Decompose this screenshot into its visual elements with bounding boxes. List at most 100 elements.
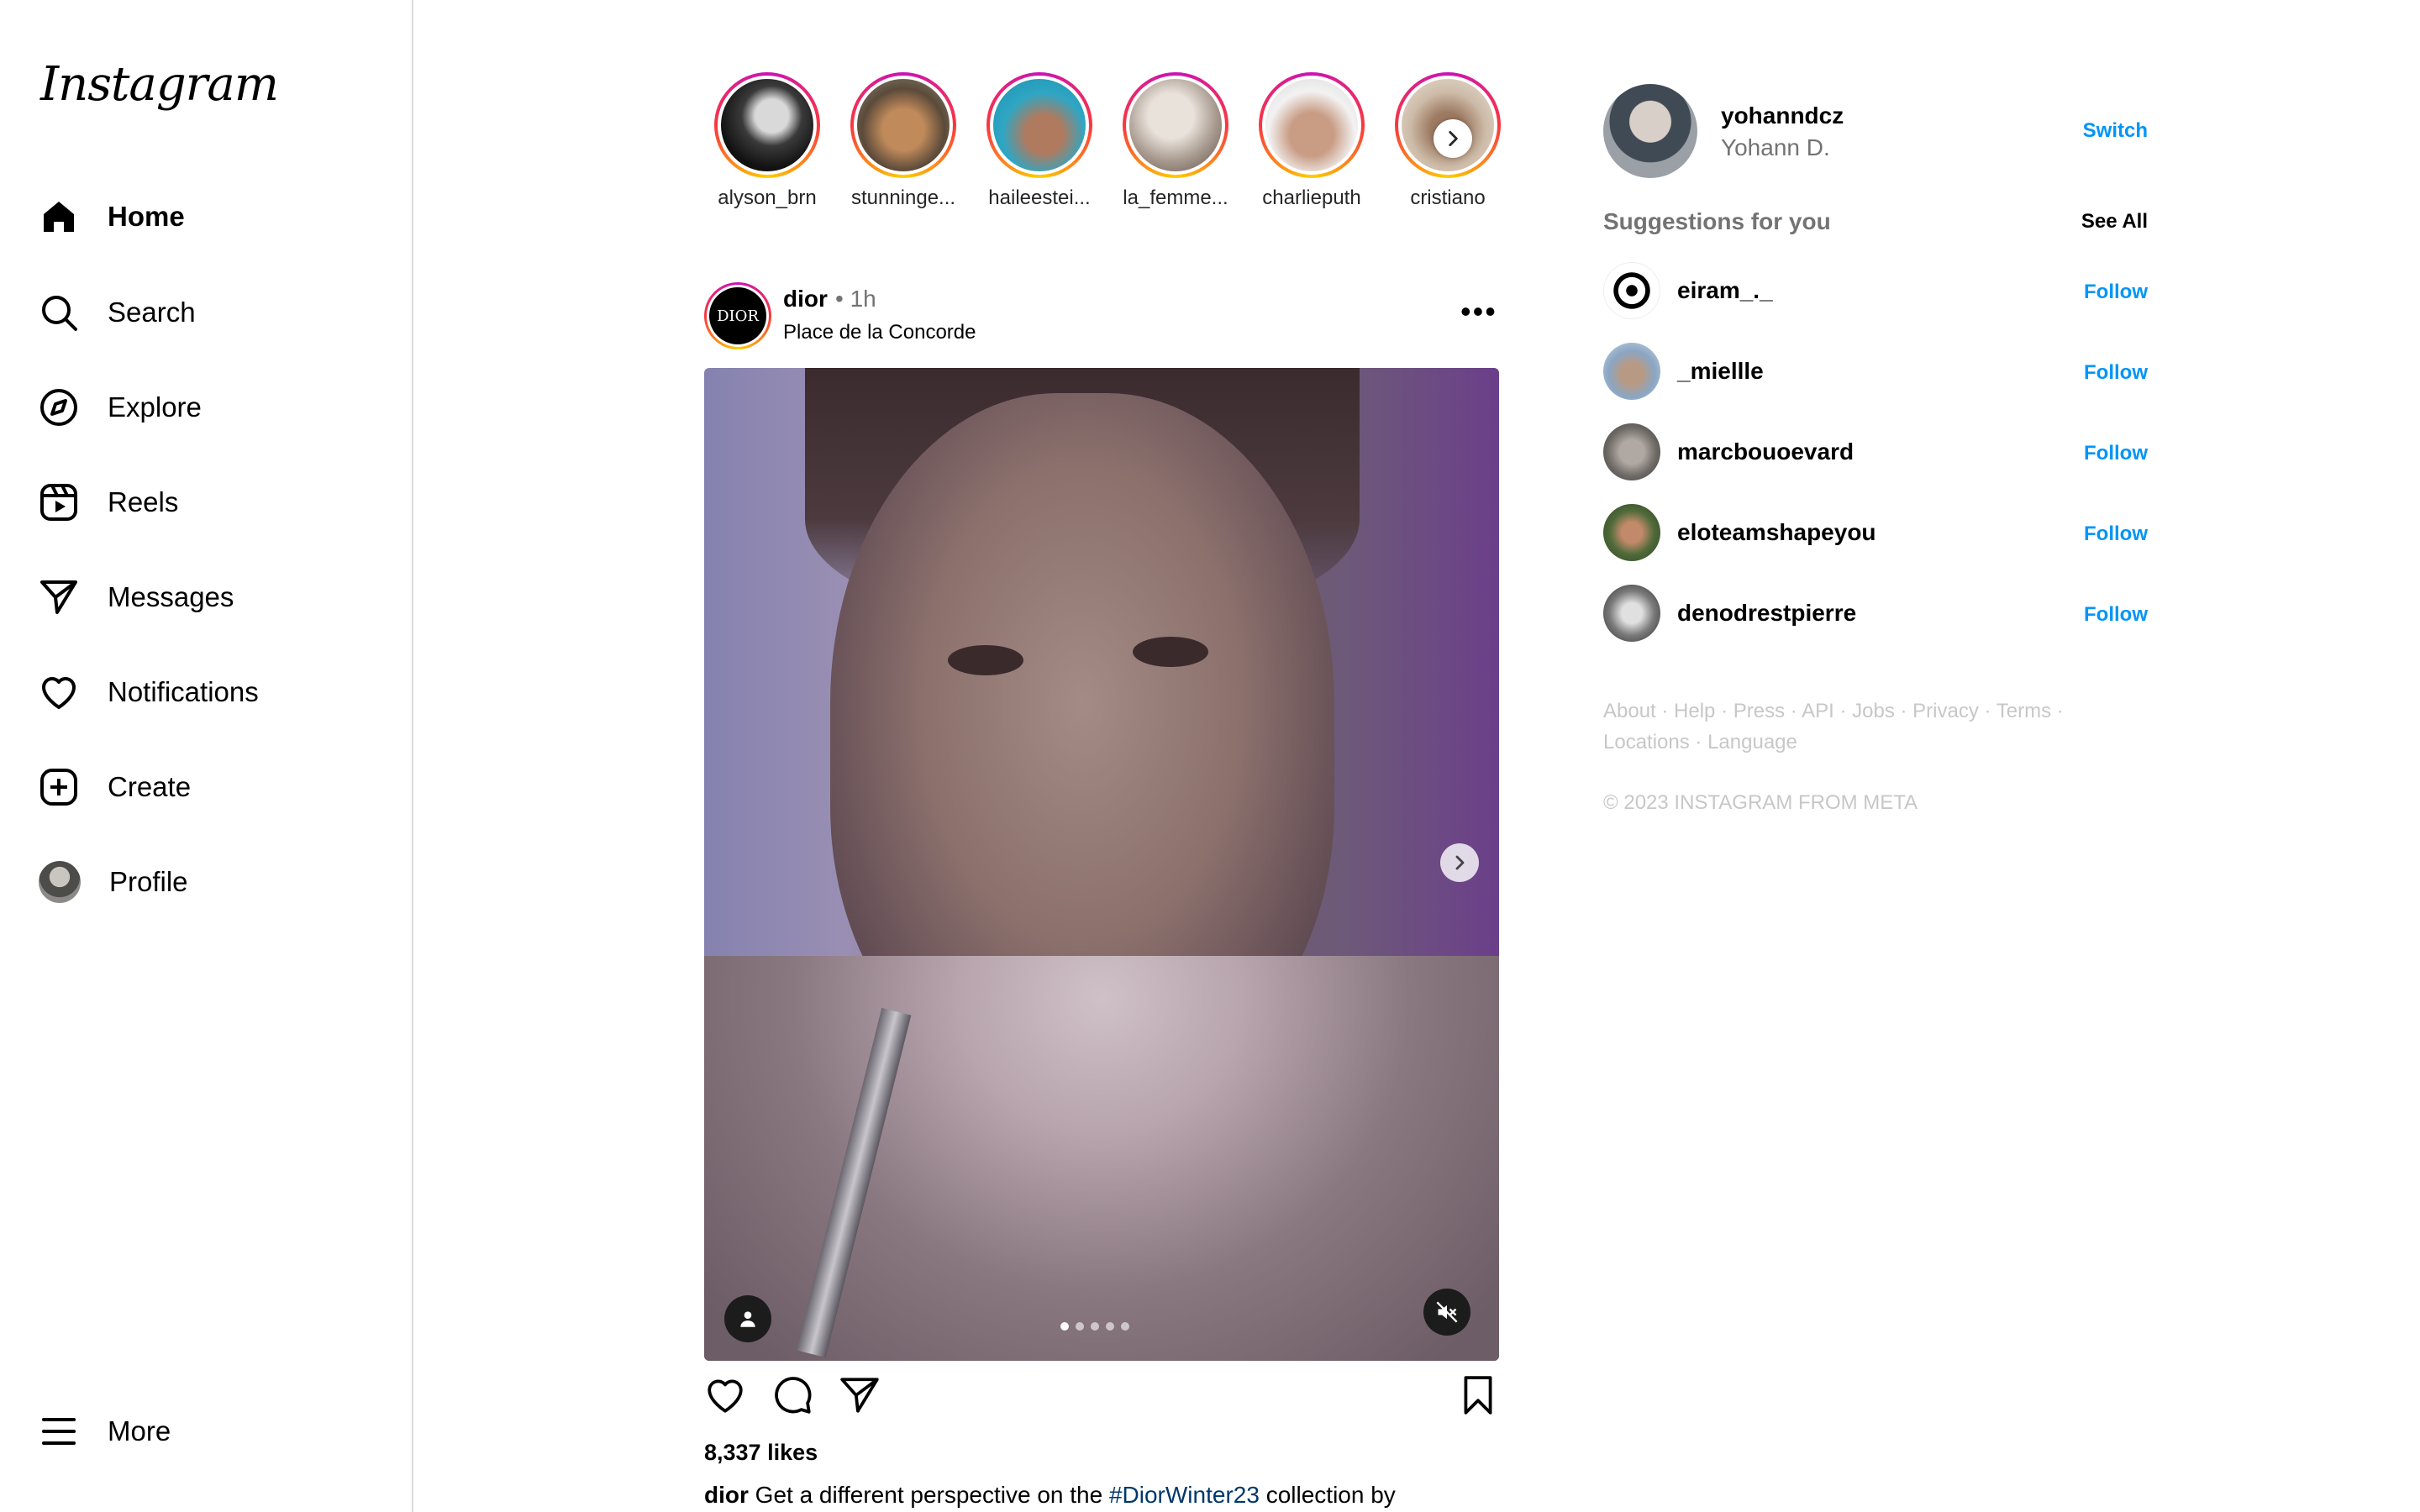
story-username: haileestei... <box>988 186 1091 209</box>
suggestion-avatar[interactable] <box>1603 343 1660 400</box>
profile-avatar <box>39 861 81 903</box>
bookmark-icon[interactable] <box>1457 1374 1499 1416</box>
suggestion-avatar[interactable] <box>1603 262 1660 319</box>
caption-username[interactable]: dior <box>704 1482 749 1508</box>
follow-button[interactable]: Follow <box>2084 361 2148 385</box>
post-location[interactable]: Place de la Concorde <box>783 321 976 344</box>
story-username: cristiano <box>1410 186 1486 209</box>
search-icon <box>42 296 77 331</box>
post-username[interactable]: dior <box>783 286 828 312</box>
instagram-logo[interactable]: Instagram <box>40 57 279 112</box>
see-all-button[interactable]: See All <box>2081 210 2148 234</box>
switch-account-button[interactable]: Switch <box>2083 119 2148 143</box>
footer-link-privacy[interactable]: Privacy <box>1912 700 1979 722</box>
story-item[interactable]: charlieputh <box>1249 72 1375 210</box>
suggestion-username[interactable]: eiram_._ <box>1677 277 1773 304</box>
suggestion-username[interactable]: denodrestpierre <box>1677 600 1856 627</box>
suggestion-username[interactable]: eloteamshapeyou <box>1677 519 1876 546</box>
story-item[interactable]: stunninge... <box>840 72 966 210</box>
like-heart-icon[interactable] <box>704 1374 746 1416</box>
footer-separator: · <box>1655 700 1675 722</box>
nav-item-label: Messages <box>108 581 234 612</box>
footer-link-help[interactable]: Help <box>1674 700 1715 722</box>
footer-link-about[interactable]: About <box>1603 700 1656 722</box>
post-actions <box>704 1374 1499 1421</box>
suggestion-avatar[interactable] <box>1603 585 1660 642</box>
nav-item-label: Search <box>108 297 196 328</box>
account-name: Yohann D. <box>1721 134 1830 160</box>
footer-separator: · <box>1715 700 1733 722</box>
nav-item-reels[interactable]: Reels <box>39 469 178 536</box>
footer-separator: · <box>1978 700 1996 722</box>
story-item[interactable]: la_femme... <box>1113 72 1239 210</box>
suggestion-avatar[interactable] <box>1603 504 1660 561</box>
suggestions-title: Suggestions for you <box>1603 208 1831 234</box>
nav-item-label: Profile <box>109 866 188 897</box>
caption-text: Get a different perspective on the <box>748 1482 1109 1508</box>
footer-link-api[interactable]: API <box>1802 700 1834 722</box>
likes-count[interactable]: 8,337 likes <box>704 1440 818 1466</box>
footer-link-press[interactable]: Press <box>1733 700 1785 722</box>
post-caption: dior Get a different perspective on the … <box>704 1482 1396 1509</box>
post-time: • 1h <box>835 286 876 312</box>
footer-link-language[interactable]: Language <box>1707 731 1797 753</box>
carousel-dot <box>1091 1322 1099 1331</box>
comment-icon[interactable] <box>771 1374 813 1416</box>
nav-item-label: Explore <box>108 391 202 423</box>
create-icon <box>40 769 77 806</box>
footer-separator: · <box>1785 700 1802 722</box>
tagged-users-button[interactable] <box>724 1295 771 1342</box>
footer-link-locations[interactable]: Locations <box>1603 731 1690 753</box>
story-avatar <box>857 79 950 171</box>
stories-next-button[interactable] <box>1434 119 1472 158</box>
menu-icon <box>42 1418 76 1445</box>
nav-item-profile[interactable]: Profile <box>39 848 188 916</box>
follow-button[interactable]: Follow <box>2084 522 2148 546</box>
footer-links: About · Help · Press · API · Jobs · Priv… <box>1603 696 2107 758</box>
footer-link-terms[interactable]: Terms <box>1996 700 2051 722</box>
share-send-icon[interactable] <box>839 1374 881 1416</box>
media-next-button[interactable] <box>1440 843 1479 882</box>
chevron-right-icon <box>1449 131 1458 146</box>
caption-hashtag[interactable]: #DiorWinter23 <box>1109 1482 1260 1508</box>
post-avatar-ring[interactable]: DIOR <box>704 282 771 349</box>
suggestion-item: eiram_._ Follow <box>1603 262 2148 323</box>
story-item[interactable]: haileestei... <box>976 72 1102 210</box>
account-username[interactable]: yohanndcz <box>1721 102 1844 129</box>
suggestion-avatar[interactable] <box>1603 423 1660 480</box>
nav-item-create[interactable]: Create <box>39 753 191 821</box>
account-avatar[interactable] <box>1603 84 1697 178</box>
reels-icon <box>40 484 77 521</box>
post-avatar: DIOR <box>709 287 766 344</box>
suggestions-header: Suggestions for you See All <box>1603 208 2148 235</box>
sidebar: Instagram Home Search Explore Reels Mess… <box>0 0 413 1512</box>
nav-item-search[interactable]: Search <box>39 279 196 346</box>
follow-button[interactable]: Follow <box>2084 603 2148 627</box>
home-icon <box>44 202 74 232</box>
nav-item-messages[interactable]: Messages <box>39 564 234 631</box>
story-item[interactable]: alyson_brn <box>704 72 830 210</box>
story-ring <box>714 72 820 178</box>
follow-button[interactable]: Follow <box>2084 281 2148 304</box>
nav-item-more[interactable]: More <box>39 1398 171 1465</box>
story-avatar <box>1265 79 1358 171</box>
follow-button[interactable]: Follow <box>2084 442 2148 465</box>
nav-item-home[interactable]: Home <box>39 183 185 250</box>
post-more-options-button[interactable]: ••• <box>1460 294 1497 329</box>
footer-separator: · <box>1833 700 1853 722</box>
story-avatar <box>721 79 813 171</box>
mute-button[interactable] <box>1423 1289 1470 1336</box>
carousel-dot <box>1076 1322 1084 1331</box>
post-media[interactable] <box>704 368 1499 1361</box>
nav-item-notifications[interactable]: Notifications <box>39 659 259 726</box>
footer-separator: · <box>2051 700 2064 722</box>
suggestion-username[interactable]: _miellle <box>1677 358 1764 385</box>
story-username: alyson_brn <box>718 186 817 209</box>
chevron-right-icon <box>1455 855 1465 870</box>
story-username: stunninge... <box>850 186 956 209</box>
footer-link-jobs[interactable]: Jobs <box>1852 700 1895 722</box>
suggestion-username[interactable]: marcbouoevard <box>1677 438 1854 465</box>
compass-icon <box>40 389 77 426</box>
send-icon <box>40 580 77 614</box>
nav-item-explore[interactable]: Explore <box>39 374 202 441</box>
